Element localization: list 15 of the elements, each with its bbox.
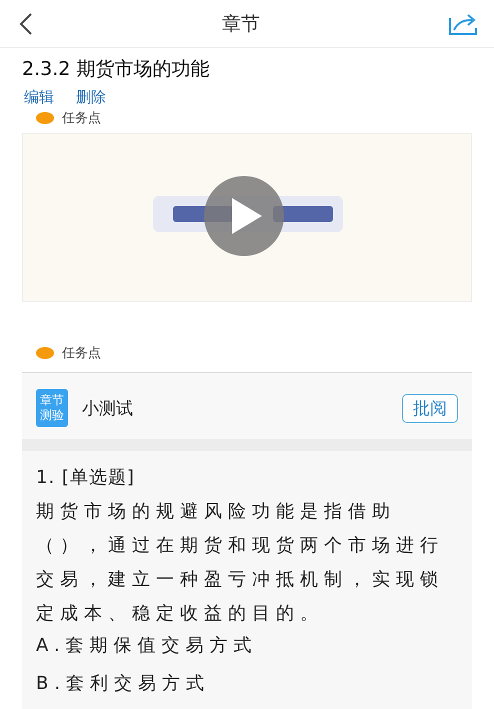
action-link[interactable]: 删除 xyxy=(76,88,106,107)
review-button[interactable]: 批阅 xyxy=(402,394,458,422)
answer-option[interactable]: A.套期保值交易方式 xyxy=(36,631,458,661)
quiz-title: 小测试 xyxy=(82,398,134,420)
quiz-badge: 章节 测验 xyxy=(36,389,68,427)
section-title: 2.3.2 期货市场的功能 xyxy=(22,57,210,82)
question-number: 1. [单选题] xyxy=(36,466,136,490)
answer-option[interactable]: B.套利交易方式 xyxy=(36,669,458,699)
back-icon[interactable] xyxy=(18,12,34,36)
action-link[interactable]: 编辑 xyxy=(24,88,54,107)
task-point-label: 任务点 xyxy=(62,345,101,362)
task-point-label: 任务点 xyxy=(62,110,101,127)
question-text: 期货市场的规避风险功能是指借助（），通过在期货和现货两个市场进行交易，建立一种盈亏冲抵机制，实现锁定成本、稳定收益的目的。 xyxy=(36,500,445,626)
page-title: 章节 xyxy=(222,12,260,36)
share-icon[interactable] xyxy=(448,12,480,36)
